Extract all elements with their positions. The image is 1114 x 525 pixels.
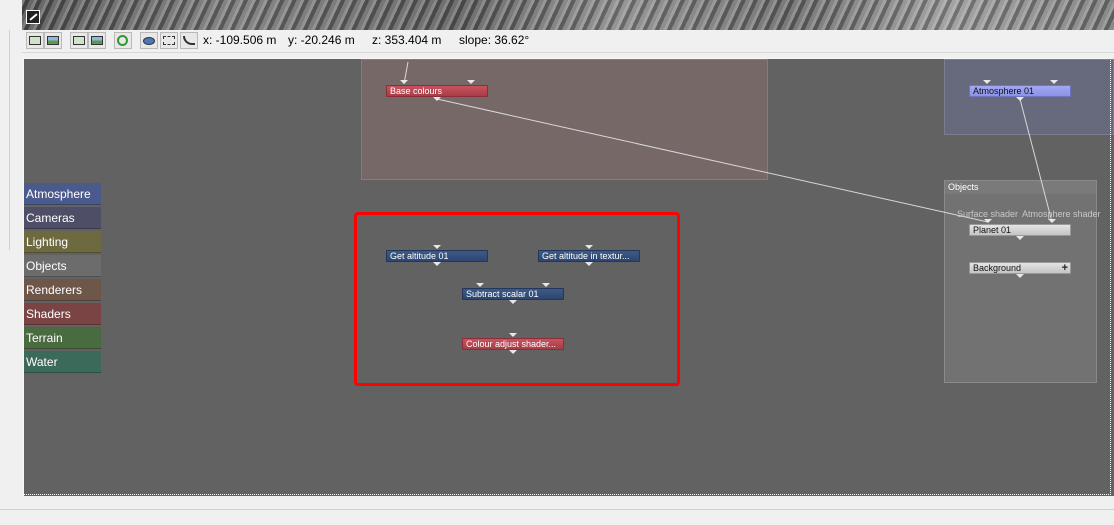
background-node-label: Background (973, 263, 1022, 273)
node-atmosphere[interactable]: Atmosphere 01 (969, 85, 1071, 97)
node-get-altitude[interactable]: Get altitude 01 (386, 250, 488, 262)
category-atmosphere[interactable]: Atmosphere (24, 183, 101, 205)
category-water[interactable]: Water (24, 351, 101, 373)
status-bar (0, 509, 1114, 525)
node-colour-adjust-shader[interactable]: Colour adjust shader... (462, 338, 564, 350)
get-altitude-texture-output-port[interactable] (585, 262, 593, 266)
planet-surface-input-port[interactable] (984, 219, 992, 223)
node-planet[interactable]: Planet 01 (969, 224, 1071, 236)
category-cameras[interactable]: Cameras (24, 207, 101, 229)
get-altitude-texture-input-port[interactable] (585, 245, 593, 249)
atmosphere-input-port[interactable] (983, 80, 991, 84)
subtract-input-port[interactable] (542, 283, 550, 287)
subtract-input-port[interactable] (476, 283, 484, 287)
category-renderers[interactable]: Renderers (24, 279, 101, 301)
node-background[interactable]: Background + (969, 262, 1071, 274)
get-altitude-output-port[interactable] (433, 262, 441, 266)
connection-wires (403, 61, 1053, 223)
base-colours-output-port[interactable] (433, 97, 441, 101)
get-altitude-input-port[interactable] (433, 245, 441, 249)
base-colours-input-port[interactable] (467, 80, 475, 84)
planet-atmosphere-input-port[interactable] (1048, 219, 1056, 223)
atmosphere-shader-port-label: Atmosphere shader (1022, 209, 1101, 219)
node-get-altitude-texture[interactable]: Get altitude in textur... (538, 250, 640, 262)
surface-shader-port-label: Surface shader (957, 209, 1019, 219)
colour-adjust-output-port[interactable] (509, 350, 517, 354)
planet-output-port[interactable] (1016, 236, 1024, 240)
wire-base-colours-to-planet (436, 98, 989, 223)
node-subtract-scalar[interactable]: Subtract scalar 01 (462, 288, 564, 300)
node-base-colours[interactable]: Base colours (386, 85, 488, 97)
atmosphere-output-port[interactable] (1016, 97, 1024, 101)
background-output-port[interactable] (1016, 274, 1024, 278)
plus-icon[interactable]: + (1062, 263, 1068, 273)
category-shaders[interactable]: Shaders (24, 303, 101, 325)
colour-adjust-input-port[interactable] (509, 333, 517, 337)
category-lighting[interactable]: Lighting (24, 231, 101, 253)
wire-atmosphere-to-planet (1019, 98, 1053, 223)
category-terrain[interactable]: Terrain (24, 327, 101, 349)
subtract-output-port[interactable] (509, 300, 517, 304)
base-colours-input-port[interactable] (400, 80, 408, 84)
atmosphere-input-port[interactable] (1050, 80, 1058, 84)
category-objects[interactable]: Objects (24, 255, 101, 277)
